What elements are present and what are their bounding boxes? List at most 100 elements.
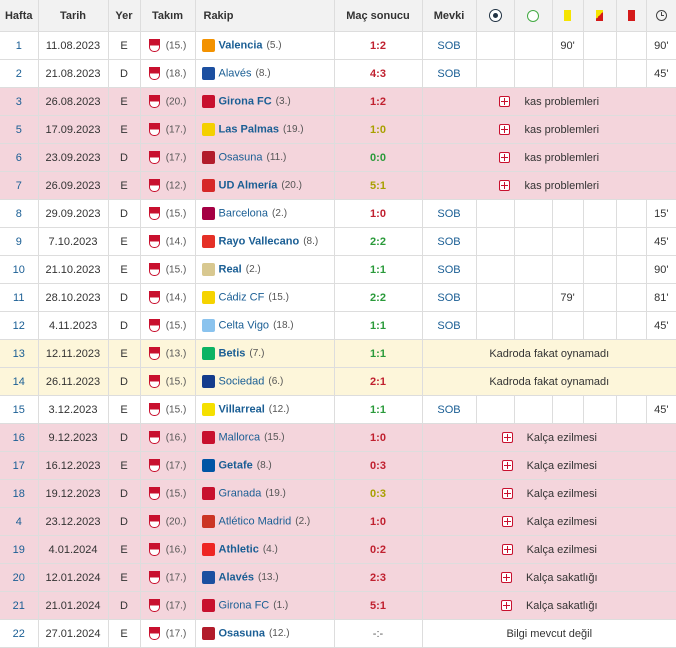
opponent-crest-icon[interactable] [201,263,215,276]
team-crest-icon[interactable] [148,95,160,108]
team-crest-icon[interactable] [148,319,160,332]
injury-icon[interactable] [499,180,511,192]
header-goal[interactable] [475,0,514,32]
result-link[interactable]: 0:3 [333,479,422,508]
opponent-link[interactable]: Rayo Vallecano [219,235,300,247]
opponent-crest-icon[interactable] [201,375,215,388]
header-date[interactable]: Tarih [37,0,108,32]
result-link[interactable]: 4:3 [333,59,422,88]
injury-icon[interactable] [501,488,513,500]
opponent-crest-icon[interactable] [201,67,215,80]
team-crest-icon[interactable] [148,347,160,360]
opponent-link[interactable]: Granada [219,487,262,499]
header-team[interactable]: Takım [139,0,195,32]
team-crest-icon[interactable] [148,459,160,472]
team-crest-icon[interactable] [148,39,160,52]
header-result[interactable]: Maç sonucu [333,0,422,32]
opponent-crest-icon[interactable] [201,95,215,108]
opponent-link[interactable]: Osasuna [219,627,265,639]
header-minutes[interactable] [645,0,676,32]
result-link[interactable]: 1:0 [333,115,422,144]
opponent-link[interactable]: Athletic [219,543,259,555]
opponent-crest-icon[interactable] [201,235,215,248]
header-assist[interactable] [513,0,552,32]
result-link[interactable]: -:- [333,619,422,648]
result-link[interactable]: 1:1 [333,395,422,424]
team-crest-icon[interactable] [148,543,160,556]
team-crest-icon[interactable] [148,403,160,416]
result-link[interactable]: 1:1 [333,311,422,340]
opponent-crest-icon[interactable] [201,123,215,136]
opponent-link[interactable]: Osasuna [219,151,263,163]
team-crest-icon[interactable] [148,235,160,248]
injury-icon[interactable] [501,516,513,528]
result-link[interactable]: 5:1 [333,171,422,200]
result-link[interactable]: 2:2 [333,283,422,312]
opponent-link[interactable]: Barcelona [219,207,269,219]
injury-icon[interactable] [501,460,513,472]
team-crest-icon[interactable] [148,571,160,584]
opponent-link[interactable]: Atlético Madrid [219,515,292,527]
injury-icon[interactable] [500,572,512,584]
opponent-link[interactable]: Alavés [219,571,254,583]
result-link[interactable]: 2:3 [333,563,422,592]
opponent-crest-icon[interactable] [201,151,215,164]
team-crest-icon[interactable] [148,375,160,388]
header-position[interactable]: Mevki [421,0,476,32]
opponent-link[interactable]: Villarreal [219,403,265,415]
header-opponent[interactable]: Rakip [194,0,334,32]
opponent-crest-icon[interactable] [201,319,215,332]
result-link[interactable]: 1:2 [333,31,422,60]
opponent-link[interactable]: UD Almería [219,179,278,191]
injury-icon[interactable] [500,600,512,612]
team-crest-icon[interactable] [148,627,160,640]
result-link[interactable]: 1:1 [333,255,422,284]
injury-icon[interactable] [501,544,513,556]
team-crest-icon[interactable] [148,431,160,444]
header-red[interactable] [615,0,646,32]
opponent-crest-icon[interactable] [201,207,215,220]
result-link[interactable]: 1:2 [333,87,422,116]
opponent-link[interactable]: Mallorca [219,431,261,443]
opponent-crest-icon[interactable] [201,403,215,416]
injury-icon[interactable] [499,96,511,108]
opponent-link[interactable]: Valencia [219,39,263,51]
team-crest-icon[interactable] [148,515,160,528]
header-yellow[interactable] [551,0,583,32]
team-crest-icon[interactable] [148,67,160,80]
header-yellow-red[interactable] [582,0,616,32]
result-link[interactable]: 5:1 [333,591,422,620]
team-crest-icon[interactable] [148,179,160,192]
injury-icon[interactable] [501,432,513,444]
opponent-crest-icon[interactable] [201,431,215,444]
opponent-crest-icon[interactable] [201,627,215,640]
result-link[interactable]: 1:0 [333,507,422,536]
opponent-crest-icon[interactable] [201,599,215,612]
opponent-link[interactable]: Real [219,263,242,275]
result-link[interactable]: 1:0 [333,199,422,228]
opponent-crest-icon[interactable] [201,179,215,192]
result-link[interactable]: 0:3 [333,451,422,480]
injury-icon[interactable] [499,152,511,164]
opponent-link[interactable]: Cádiz CF [219,291,265,303]
result-link[interactable]: 2:1 [333,367,422,396]
opponent-crest-icon[interactable] [201,515,215,528]
opponent-crest-icon[interactable] [201,487,215,500]
team-crest-icon[interactable] [148,263,160,276]
opponent-link[interactable]: Getafe [219,459,253,471]
opponent-link[interactable]: Girona FC [219,599,270,611]
team-crest-icon[interactable] [148,599,160,612]
result-link[interactable]: 0:2 [333,535,422,564]
opponent-crest-icon[interactable] [201,459,215,472]
opponent-link[interactable]: Sociedad [219,375,265,387]
result-link[interactable]: 0:0 [333,143,422,172]
opponent-link[interactable]: Betis [219,347,246,359]
result-link[interactable]: 1:0 [333,423,422,452]
result-link[interactable]: 1:1 [333,339,422,368]
opponent-link[interactable]: Celta Vigo [219,319,270,331]
opponent-link[interactable]: Alavés [219,67,252,79]
opponent-link[interactable]: Las Palmas [219,123,280,135]
injury-icon[interactable] [499,124,511,136]
team-crest-icon[interactable] [148,151,160,164]
team-crest-icon[interactable] [148,291,160,304]
